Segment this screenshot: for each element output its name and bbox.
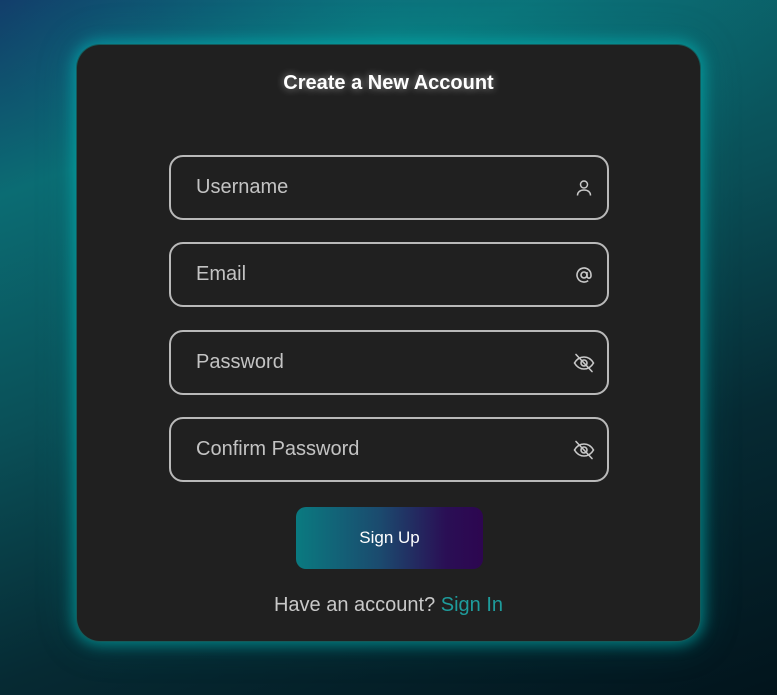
- signin-prompt: Have an account? Sign In: [77, 594, 700, 617]
- username-field[interactable]: [169, 155, 609, 220]
- footer-text: Have an account?: [273, 594, 436, 616]
- eye-slash-icon[interactable]: [573, 352, 595, 374]
- confirm-password-field[interactable]: [169, 417, 609, 482]
- user-icon: [573, 177, 595, 199]
- password-field[interactable]: [169, 330, 609, 395]
- signup-card: Create a New Account Username Email Sign…: [76, 44, 701, 642]
- sign-up-button[interactable]: Sign Up: [296, 507, 483, 569]
- sign-in-link[interactable]: Sign In: [441, 594, 503, 616]
- eye-slash-icon[interactable]: [573, 439, 595, 461]
- username-input[interactable]: [171, 157, 607, 218]
- email-input[interactable]: [171, 244, 607, 305]
- confirm-password-input[interactable]: [171, 419, 607, 480]
- email-field[interactable]: [169, 242, 609, 307]
- password-input[interactable]: [171, 332, 607, 393]
- at-sign-icon: [573, 264, 595, 286]
- form-title: Create a New Account: [283, 72, 494, 94]
